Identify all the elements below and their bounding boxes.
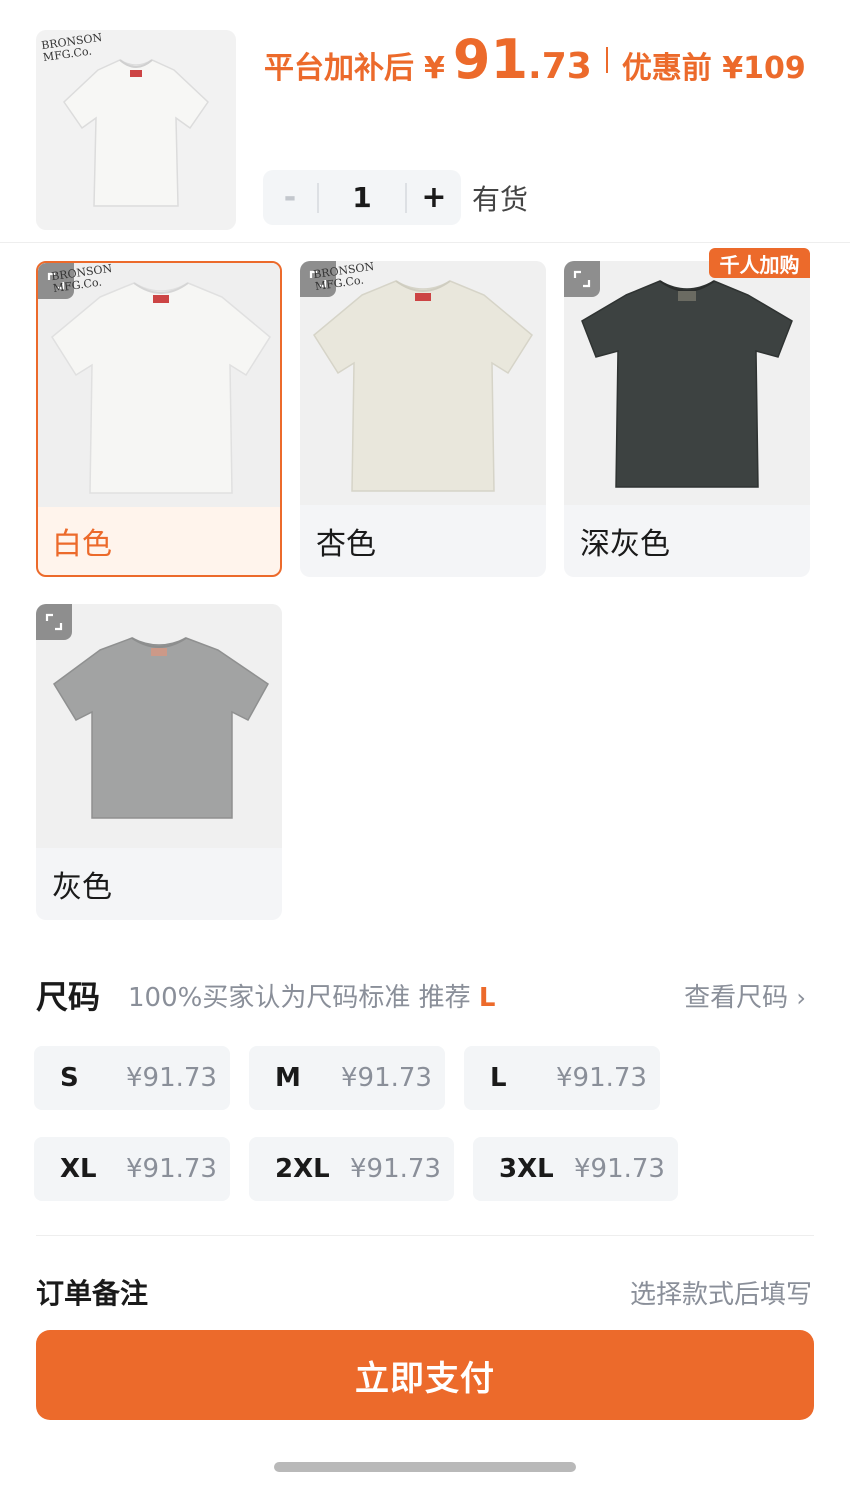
expand-icon[interactable]	[564, 261, 600, 297]
size-option-xl[interactable]: XL ¥91.73	[34, 1137, 230, 1201]
color-image	[564, 261, 810, 505]
product-header: BRONSON MFG.Co. 平台加补后 ¥ 91 .73 优惠前 ¥109 -…	[0, 0, 850, 243]
color-image	[36, 604, 282, 848]
size-name: L	[490, 1063, 507, 1093]
size-option-l[interactable]: L ¥91.73	[464, 1046, 660, 1110]
recommended-size: L	[478, 983, 496, 1013]
size-name: 2XL	[275, 1154, 330, 1184]
stock-status: 有货	[472, 183, 529, 216]
size-price: ¥91.73	[126, 1154, 217, 1184]
price-before-discount: 优惠前 ¥109	[621, 51, 806, 86]
order-note-hint[interactable]: 选择款式后填写	[630, 1274, 812, 1311]
price-row: 平台加补后 ¥ 91 .73 优惠前 ¥109	[264, 28, 806, 91]
price-prefix: 平台加补后	[264, 51, 414, 86]
quantity-stepper: - 1 +	[263, 170, 461, 225]
price-separator	[605, 46, 608, 73]
size-option-2xl[interactable]: 2XL ¥91.73	[249, 1137, 454, 1201]
expand-icon[interactable]	[36, 604, 72, 640]
tshirt-image	[581, 280, 793, 488]
color-image	[38, 263, 280, 507]
home-indicator	[274, 1462, 576, 1472]
price-currency: ¥	[424, 51, 445, 86]
product-thumbnail[interactable]: BRONSON MFG.Co.	[36, 30, 236, 230]
divider	[36, 1235, 814, 1236]
color-option-dark-gray[interactable]: 深灰色	[564, 261, 810, 577]
color-label: 灰色	[52, 870, 112, 905]
pay-now-button[interactable]: 立即支付	[36, 1330, 814, 1420]
size-price: ¥91.73	[350, 1154, 441, 1184]
tshirt-image	[51, 282, 271, 494]
color-option-apricot[interactable]: BRONSON MFG.Co. 杏色	[300, 261, 546, 577]
size-hint-text: 100%买家认为尺码标准 推荐	[128, 983, 471, 1013]
size-name: M	[275, 1063, 301, 1093]
size-name: XL	[60, 1154, 97, 1184]
color-label: 深灰色	[580, 527, 670, 562]
price-decimal: .73	[528, 46, 592, 87]
color-option-white[interactable]: BRONSON MFG.Co. 白色	[36, 261, 282, 577]
price-integer: 91	[452, 28, 529, 91]
size-price: ¥91.73	[556, 1063, 647, 1093]
size-name: 3XL	[499, 1154, 554, 1184]
popular-badge: 千人加购	[709, 248, 810, 278]
order-note-label: 订单备注	[36, 1277, 149, 1310]
color-option-gray[interactable]: 灰色	[36, 604, 282, 920]
decrease-button[interactable]: -	[263, 170, 317, 225]
size-name: S	[60, 1063, 79, 1093]
quantity-value[interactable]: 1	[319, 181, 405, 214]
increase-button[interactable]: +	[407, 170, 461, 225]
size-chart-label: 查看尺码	[684, 983, 789, 1013]
size-title: 尺码	[36, 978, 101, 1016]
color-image	[300, 261, 546, 505]
color-label: 杏色	[316, 527, 376, 562]
tshirt-image	[313, 280, 533, 492]
chevron-right-icon: ›	[796, 984, 806, 1012]
size-option-s[interactable]: S ¥91.73	[34, 1046, 230, 1110]
size-price: ¥91.73	[126, 1063, 217, 1093]
size-hint: 100%买家认为尺码标准 推荐 L	[128, 977, 495, 1014]
size-option-3xl[interactable]: 3XL ¥91.73	[473, 1137, 678, 1201]
size-price: ¥91.73	[574, 1154, 665, 1184]
color-label: 白色	[52, 527, 112, 562]
size-chart-link[interactable]: 查看尺码 ›	[684, 977, 806, 1014]
tshirt-image	[53, 637, 269, 819]
size-option-m[interactable]: M ¥91.73	[249, 1046, 445, 1110]
size-price: ¥91.73	[341, 1063, 432, 1093]
